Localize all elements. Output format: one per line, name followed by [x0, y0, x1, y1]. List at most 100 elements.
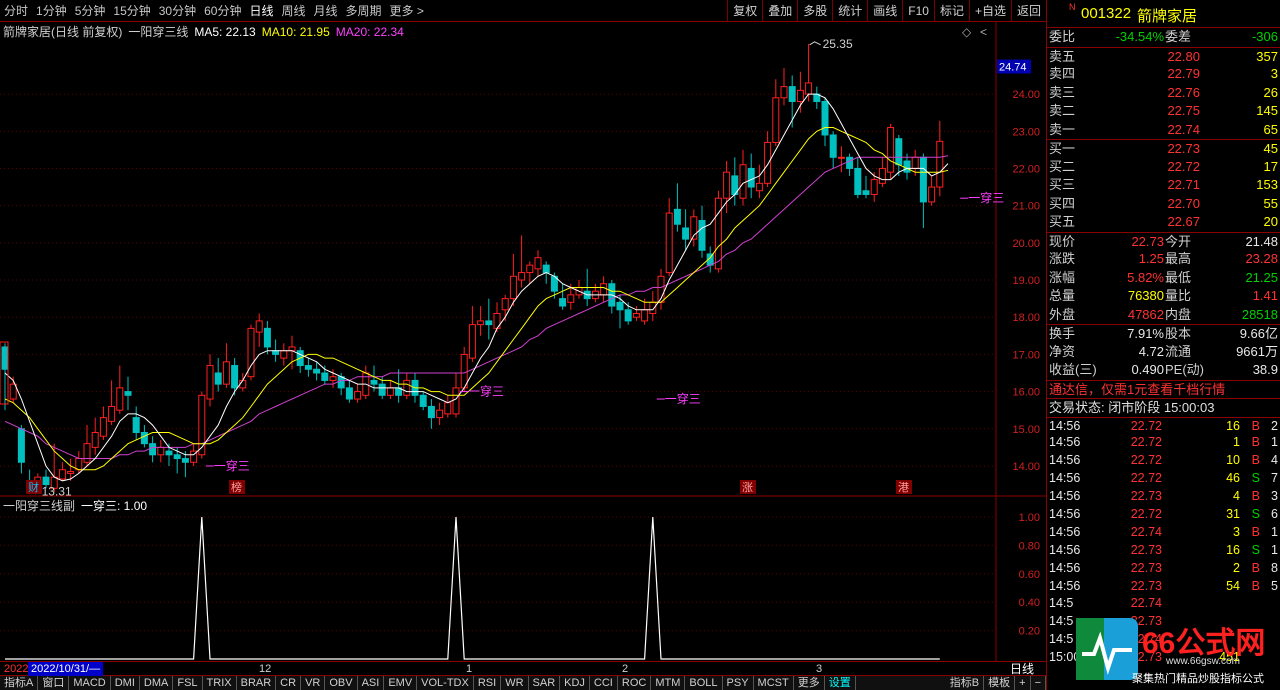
- tick-price: 22.72: [1130, 418, 1162, 433]
- tab-right[interactable]: 模板: [984, 676, 1016, 690]
- toolbar-button[interactable]: 统计: [832, 0, 867, 22]
- stat-value: 7.91%: [1127, 326, 1164, 341]
- tick-side: B: [1251, 560, 1260, 575]
- candle: [805, 43, 813, 102]
- toolbar-button[interactable]: 返回: [1010, 0, 1046, 22]
- toolbar-button[interactable]: +自选: [968, 0, 1011, 22]
- indicator-tab[interactable]: CR: [276, 676, 302, 690]
- period-tab[interactable]: 60分钟: [200, 0, 245, 22]
- tab-right[interactable]: 指标B: [946, 676, 985, 690]
- indicator-tab[interactable]: VR: [301, 676, 326, 690]
- toolbar-button[interactable]: 复权: [727, 0, 762, 22]
- y-tick: 21.00: [1012, 201, 1040, 213]
- tick-volume: 3: [1233, 524, 1240, 539]
- period-tab[interactable]: 多周期: [342, 0, 386, 22]
- toolbar-button[interactable]: 叠加: [762, 0, 797, 22]
- candle: [534, 250, 542, 277]
- period-tab[interactable]: 分时: [0, 0, 32, 22]
- toolbar-button[interactable]: 多股: [797, 0, 832, 22]
- candle: [427, 399, 435, 429]
- indicator-tab[interactable]: ASI: [358, 676, 385, 690]
- indicator-tab[interactable]: PSY: [723, 676, 754, 690]
- indicator-tab[interactable]: SAR: [529, 676, 561, 690]
- indicator-tab[interactable]: MTM: [651, 676, 686, 690]
- collapse-arrow-icon[interactable]: <: [980, 25, 987, 39]
- indicator-tab[interactable]: OBV: [325, 676, 358, 690]
- period-tab[interactable]: 月线: [310, 0, 342, 22]
- tick-side: B: [1251, 524, 1260, 539]
- indicator-tab[interactable]: DMA: [140, 676, 174, 690]
- period-tab[interactable]: 更多 >: [386, 0, 428, 22]
- indicator-tab[interactable]: RSI: [474, 676, 502, 690]
- nav-tick: 2: [622, 663, 629, 675]
- kline-chart-area[interactable]: 24.00 23.00 22.00 21.00 20.00 19.00 18.00 17.00…: [0, 22, 1046, 661]
- bid-label: 买三: [1049, 177, 1076, 192]
- candle: [321, 365, 329, 385]
- tick-time: 14:56: [1049, 471, 1081, 486]
- indicator-tab[interactable]: TRIX: [203, 676, 237, 690]
- tick-row: 14:56 22.73 54 B 5: [1047, 578, 1280, 596]
- tick-price: 22.72: [1130, 506, 1162, 521]
- tick-count: 2: [1271, 418, 1278, 433]
- bid-label: 买二: [1049, 158, 1076, 174]
- tick-count: 3: [1271, 489, 1278, 504]
- period-tab[interactable]: 周线: [277, 0, 309, 22]
- indicator-tab[interactable]: 窗口: [38, 676, 70, 690]
- tick-time: 14:56: [1049, 524, 1081, 539]
- tick-price: 22.73: [1130, 560, 1162, 575]
- indicator-tab[interactable]: KDJ: [560, 676, 590, 690]
- stat-value: 1.25: [1138, 251, 1164, 266]
- toolbar-button[interactable]: 画线: [867, 0, 902, 22]
- date-navigator[interactable]: 2022 2022/10/31/— 12 1 2 3 日线: [0, 661, 1046, 676]
- indicator-tab[interactable]: BRAR: [237, 676, 277, 690]
- indicator-tab[interactable]: VOL-TDX: [417, 676, 474, 690]
- ma10-value: MA10: 21.95: [262, 25, 330, 39]
- indicator-tab[interactable]: 更多: [794, 676, 825, 690]
- tick-side: S: [1251, 506, 1260, 521]
- stat-value: 9661万: [1236, 343, 1278, 359]
- indicator-tab[interactable]: ROC: [618, 676, 652, 690]
- period-tab[interactable]: 1分钟: [32, 0, 71, 22]
- stock-name: 箭牌家居: [1137, 8, 1198, 25]
- period-tab[interactable]: 30分钟: [155, 0, 200, 22]
- event-marker[interactable]: 财: [28, 480, 39, 494]
- indicator-tab[interactable]: CCI: [590, 676, 618, 690]
- event-marker[interactable]: 港: [898, 481, 909, 494]
- indicator-tab[interactable]: DMI: [111, 676, 140, 690]
- tab-right[interactable]: −: [1031, 676, 1046, 690]
- stat-label: 总量: [1049, 288, 1076, 303]
- indicator-tab[interactable]: BOLL: [685, 676, 723, 690]
- toolbar-button[interactable]: F10: [902, 0, 934, 22]
- candle: [878, 157, 886, 188]
- tick-row: 14:56 22.73 2 B 8: [1047, 560, 1280, 578]
- indicator-tab[interactable]: 指标A: [0, 676, 39, 690]
- candle: [682, 209, 690, 251]
- candle: [468, 306, 476, 362]
- signal-label: 一穿三: [968, 190, 1004, 205]
- indicator-tab[interactable]: EMV: [384, 676, 418, 690]
- tab-right[interactable]: +: [1015, 676, 1031, 690]
- indicator-tab[interactable]: FSL: [173, 676, 203, 690]
- promo-text: 通达信，仅需1元查看千档行情: [1049, 381, 1226, 397]
- diamond-icon[interactable]: ◇: [962, 25, 972, 39]
- candle: [157, 439, 165, 463]
- low-label: 13.31: [42, 485, 72, 499]
- event-marker[interactable]: 涨: [742, 481, 753, 494]
- indicator-tab[interactable]: MCST: [754, 676, 794, 690]
- period-tab[interactable]: 5分钟: [71, 0, 110, 22]
- bid-volume: 20: [1263, 214, 1278, 229]
- indicator-tab[interactable]: WR: [501, 676, 529, 690]
- indicator-tab[interactable]: 设置: [825, 676, 856, 690]
- period-tab[interactable]: 日线: [245, 0, 277, 22]
- candle: [649, 291, 657, 321]
- period-tab[interactable]: 15分钟: [109, 0, 154, 22]
- promo-row[interactable]: 通达信，仅需1元查看千档行情: [1047, 379, 1280, 399]
- tick-time: 14:56: [1049, 542, 1081, 557]
- indicator-tab[interactable]: MACD: [69, 676, 111, 690]
- event-marker[interactable]: 榜: [231, 480, 242, 494]
- toolbar-button[interactable]: 标记: [933, 0, 969, 22]
- y-tick: 24.00: [1012, 89, 1040, 101]
- signal-label: 一穿三: [468, 384, 504, 399]
- candle: [263, 320, 271, 355]
- nav-date-box[interactable]: 2022/10/31/—: [28, 662, 104, 676]
